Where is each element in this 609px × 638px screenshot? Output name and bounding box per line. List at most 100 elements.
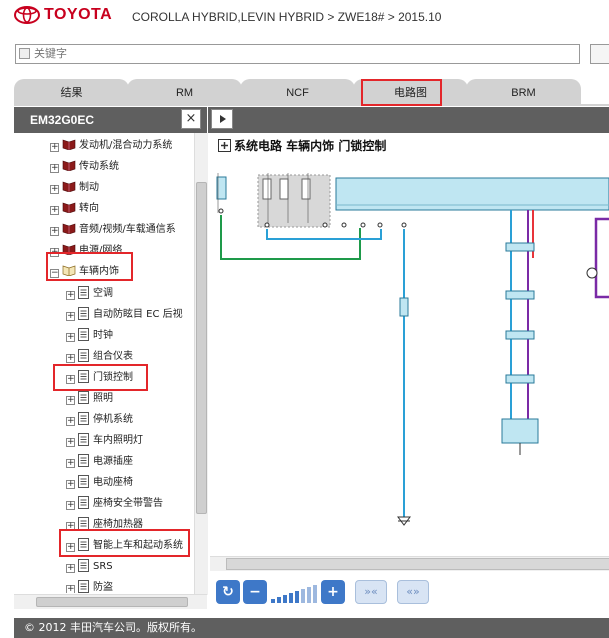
expand-icon[interactable]: + [66,291,75,300]
zoom-out-button[interactable]: − [243,580,267,604]
tree-leaf[interactable]: + 时钟 [66,327,113,345]
tree-category-label: 转向 [79,203,99,214]
tree-leaf-label: 自动防眩目 EC 后视 [93,309,183,320]
expand-icon[interactable]: + [50,143,59,152]
book-icon [62,139,76,150]
expand-icon[interactable]: + [66,501,75,510]
wiring-diagram-canvas[interactable] [208,133,609,556]
first-page-icon: »« [364,585,378,598]
expand-icon[interactable]: + [66,417,75,426]
expand-icon[interactable]: + [50,185,59,194]
tree-leaf[interactable]: + 车内照明灯 [66,432,143,450]
zoom-in-button[interactable]: + [321,580,345,604]
tree-leaf[interactable]: + 电动座椅 [66,474,133,492]
document-icon [78,496,89,509]
expand-icon[interactable]: + [66,396,75,405]
tree-leaf-label: 车内照明灯 [93,435,143,446]
tab-results[interactable]: 结果 [14,79,129,105]
book-icon [62,223,76,234]
tab-ncf[interactable]: NCF [240,79,355,105]
highlight-box-item [53,364,148,391]
expand-icon[interactable]: + [66,564,75,573]
breadcrumb: COROLLA HYBRID,LEVIN HYBRID > ZWE18# > 2… [132,10,442,24]
first-page-button[interactable]: »« [355,580,387,604]
zoom-out-icon: − [249,584,261,600]
expand-icon[interactable]: + [66,333,75,342]
document-icon [78,349,89,362]
zoom-level-bar[interactable] [289,593,293,603]
expand-icon[interactable]: + [66,459,75,468]
refresh-icon: ↻ [222,584,234,600]
tree-hscroll-thumb[interactable] [36,597,188,607]
tree-leaf[interactable]: + 空调 [66,285,113,303]
toyota-logo[interactable]: TOYOTA [14,6,112,24]
panel-header: EM32G0EC [14,107,207,133]
tree-category[interactable]: + 传动系统 [50,158,119,176]
search-box[interactable] [15,44,580,64]
highlight-box-category [46,252,133,281]
document-icon [78,475,89,488]
tree-category-label: 发动机/混合动力系统 [79,140,173,151]
expand-icon[interactable]: + [66,438,75,447]
tree-leaf-label: 时钟 [93,330,113,341]
tree-category[interactable]: + 发动机/混合动力系统 [50,137,172,155]
tree-category[interactable]: + 转向 [50,200,99,218]
tree-category[interactable]: + 制动 [50,179,99,197]
expand-icon[interactable]: + [66,354,75,363]
close-panel-button[interactable]: × [181,109,201,129]
zoom-level-bar[interactable] [295,591,299,603]
tree-leaf[interactable]: + 停机系统 [66,411,133,429]
tab-underline [14,104,609,106]
tree-leaf-label: 组合仪表 [93,351,133,362]
panel-code: EM32G0EC [30,113,95,127]
zoom-level-bar[interactable] [277,597,281,603]
expand-icon[interactable]: + [66,312,75,321]
zoom-level-bar[interactable] [283,595,287,603]
zoom-level-bar[interactable] [301,589,305,603]
book-icon [62,181,76,192]
tab-rm[interactable]: RM [127,79,242,105]
expand-icon[interactable]: + [66,480,75,489]
search-button[interactable] [590,44,609,64]
tree-leaf[interactable]: + SRS [66,558,113,576]
document-icon [78,391,89,404]
previous-page-button[interactable]: «» [397,580,429,604]
tree-leaf[interactable]: + 座椅安全带警告 [66,495,163,513]
tree-leaf[interactable]: + 照明 [66,390,113,408]
footer: © 2012 丰田汽车公司。版权所有。 [14,618,609,638]
tree-leaf-label: SRS [93,561,113,572]
tree-leaf-label: 电源插座 [93,456,133,467]
document-icon [78,286,89,299]
tree-scroll-thumb[interactable] [196,182,207,514]
diagram-hscroll-thumb[interactable] [226,558,609,570]
tree-category-label: 传动系统 [79,161,119,172]
expand-panel-button[interactable] [211,109,233,129]
expand-icon[interactable]: + [50,164,59,173]
expand-icon[interactable]: + [50,206,59,215]
document-icon [78,307,89,320]
tree-leaf-label: 空调 [93,288,113,299]
tree-category-label: 音频/视频/车载通信系 [79,224,176,235]
zoom-level-bar[interactable] [307,587,311,603]
document-icon [78,433,89,446]
book-icon [62,160,76,171]
expand-icon[interactable]: + [66,585,75,593]
document-icon [78,454,89,467]
expand-icon[interactable]: + [50,227,59,236]
tree-leaf[interactable]: + 自动防眩目 EC 后视 [66,306,183,324]
document-icon [78,412,89,425]
highlight-box-tab [361,79,442,106]
document-icon [78,328,89,341]
refresh-button[interactable]: ↻ [216,580,240,604]
tab-brm[interactable]: BRM [466,79,581,105]
tree-leaf[interactable]: + 防盗 [66,579,113,593]
zoom-level-bar[interactable] [313,585,317,603]
zoom-level-bar[interactable] [271,599,275,603]
tree-category[interactable]: + 音频/视频/车载通信系 [50,221,176,239]
search-icon [19,48,30,59]
book-icon [62,202,76,213]
diagram-header [208,107,609,133]
search-input[interactable] [16,45,574,61]
tree-leaf[interactable]: + 电源插座 [66,453,133,471]
tree-leaf-label: 电动座椅 [93,477,133,488]
